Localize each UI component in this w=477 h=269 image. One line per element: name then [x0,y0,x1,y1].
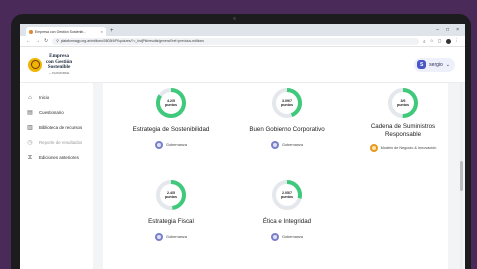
sidebar-item-home[interactable]: ⌂ Inicio [26,95,93,102]
sidebar: ⌂ Inicio ▤ Cuestionario ▥ Biblioteca de recur… [20,83,93,269]
clipboard-icon: ▤ [27,110,33,116]
score-unit: puntos [397,103,409,107]
category-name: Estrategia Fiscal [148,218,194,225]
favicon-icon [29,29,33,34]
dimension-tag: Modelo de Negocio & Innovación [369,143,437,152]
score-gauge: 3.09/7 puntos [271,87,303,119]
brand-name-line3: Sostenible [47,64,71,71]
category-name: Buen Gobierno Corporativo [249,126,325,133]
dimension-label: Gobernanza [166,142,187,147]
category-card[interactable]: 2.05/7 puntos Ética e Integridad Gobernanza [227,179,347,241]
user-menu[interactable]: S sergio ⌄ [414,57,455,72]
dimension-icon [155,140,164,149]
dimension-label: Modelo de Negocio & Innovación [380,145,437,150]
brand-logo[interactable]: Empresa con Gestión Sostenible — PLATAFO… [28,53,72,75]
dimension-tag: Gobernanza [271,140,303,149]
score-unit: puntos [165,103,177,107]
new-tab-button[interactable]: + [110,27,114,36]
sidebar-item-label: Biblioteca de recursos [39,125,83,130]
category-name: Ética e Integridad [262,218,312,225]
history-icon: ⧖ [27,155,33,161]
tab-bar: Empresa con Gestión Sostenib... × + – □ … [20,24,465,36]
category-card[interactable]: 3/6 puntos Cadena de Suministros Responsab… [343,87,463,152]
home-icon: ⌂ [28,95,32,101]
category-name: Cadena de Suministros Responsable [370,123,436,138]
user-avatar: S [417,60,427,69]
score-unit: puntos [281,103,293,107]
score-unit: puntos [165,195,177,199]
report-icon: ◷ [27,140,33,146]
profile-avatar-icon[interactable] [445,38,451,44]
app-header: Empresa con Gestión Sostenible — PLATAFO… [20,47,465,83]
sidebar-item-label: Reporte de resultados [39,140,83,145]
score-gauge: 3/6 puntos [387,87,419,119]
category-card[interactable]: 2.4/5 puntos Estrategia Fiscal Gobernanza [111,179,231,241]
browser-window: Empresa con Gestión Sostenib... × + – □ … [20,24,465,269]
category-card[interactable]: 3.09/7 puntos Buen Gobierno Corporativo Gob… [227,87,347,149]
dimension-label: Gobernanza [282,234,303,239]
tab-title: Empresa con Gestión Sostenib... [35,29,87,34]
dimension-tag: Gobernanza [271,232,303,241]
zoom-icon[interactable]: ⌕ [423,39,426,44]
maximize-button[interactable]: □ [446,26,449,34]
dimension-label: Gobernanza [166,234,187,239]
close-window-button[interactable]: × [456,26,459,34]
dimension-icon [271,140,280,149]
sidebar-item-library[interactable]: ▥ Biblioteca de recursos [26,125,93,132]
extensions-icon[interactable]: ◻ [438,38,442,44]
main-content: 4.2/5 puntos Estrategia de Sostenibilidad G… [93,83,465,269]
browser-menu-icon[interactable]: ⋮ [455,38,460,44]
dimension-icon [369,143,378,152]
tab-close-icon[interactable]: × [101,29,103,34]
sidebar-item-label: Inicio [39,95,50,100]
back-icon[interactable]: ← [26,38,31,44]
reload-icon[interactable]: ↻ [44,38,48,44]
url-text: plataformagp.org.ar/editions/0803f4/Pl/q… [60,39,204,43]
bookmark-star-icon[interactable]: ☆ [430,38,434,44]
scrollbar-thumb[interactable] [460,161,463,191]
results-panel: 4.2/5 puntos Estrategia de Sostenibilidad G… [103,83,448,269]
library-icon: ▥ [27,125,33,131]
user-name: sergio [429,61,443,68]
url-field[interactable]: ⚲ plataformagp.org.ar/editions/0803f4/Pl… [52,37,420,45]
score-gauge: 4.2/5 puntos [155,87,187,119]
brand-subtitle: — PLATAFORMA [48,71,70,75]
category-card[interactable]: 4.2/5 puntos Estrategia de Sostenibilidad G… [111,87,231,149]
webcam [233,17,236,20]
dimension-icon [155,232,164,241]
score-gauge: 2.4/5 puntos [155,179,187,211]
browser-tab[interactable]: Empresa con Gestión Sostenib... × [26,27,106,36]
sidebar-item-label: Ediciones anteriores [39,155,79,160]
sidebar-item-label: Cuestionario [39,110,64,115]
score-gauge: 2.05/7 puntos [271,179,303,211]
forward-icon[interactable]: → [35,38,40,44]
category-name: Estrategia de Sostenibilidad [132,126,210,133]
sidebar-item-history[interactable]: ⧖ Ediciones anteriores [26,155,93,162]
dimension-tag: Gobernanza [155,232,187,241]
brand-mark-icon [28,57,42,72]
address-bar: ← → ↻ ⚲ plataformagp.org.ar/editions/080… [20,36,465,47]
chevron-down-icon: ⌄ [445,61,450,68]
score-unit: puntos [281,195,293,199]
dimension-icon [271,232,280,241]
minimize-button[interactable]: – [436,26,439,34]
dimension-label: Gobernanza [282,142,303,147]
window-controls: – □ × [436,26,459,34]
sidebar-item-report[interactable]: ◷ Reporte de resultados [26,140,93,147]
sidebar-item-clipboard[interactable]: ▤ Cuestionario [26,110,93,117]
dimension-tag: Gobernanza [155,140,187,149]
lock-icon: ⚲ [56,39,59,43]
